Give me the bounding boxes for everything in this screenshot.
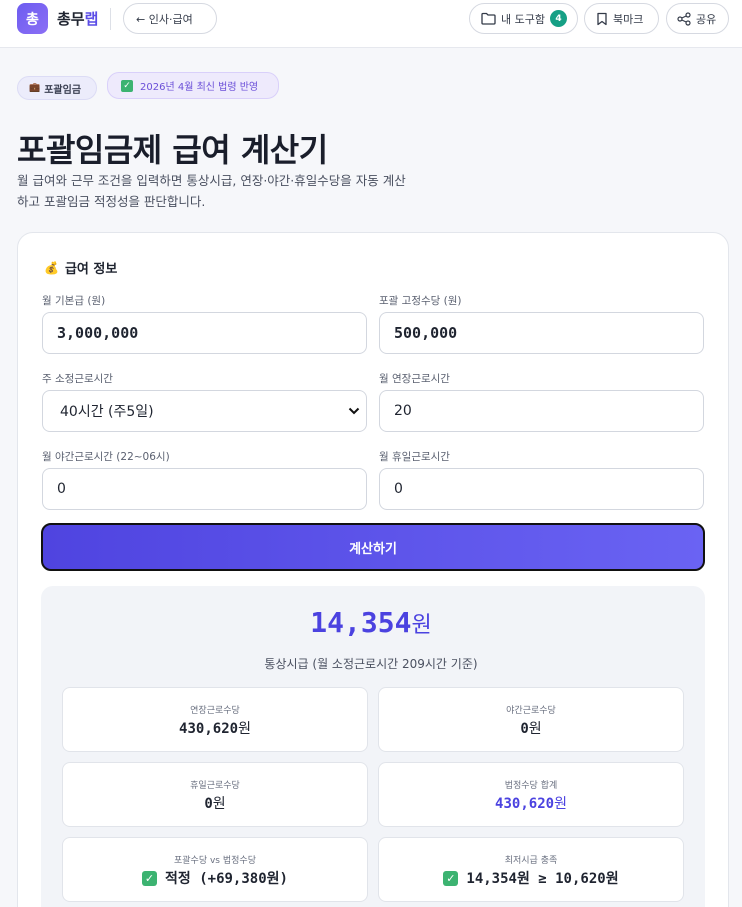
folder-icon bbox=[481, 12, 496, 25]
category-tag-label: 포괄임금 bbox=[44, 84, 82, 96]
hourly-wage-value: 14,354원 bbox=[0, 606, 742, 639]
page-description: 월 급여와 근무 조건을 입력하면 통상시급, 연장·야간·휴일수당을 자동 계… bbox=[17, 173, 406, 209]
bookmark-label: 북마크 bbox=[613, 12, 644, 26]
result-card-overtime: 연장근로수당 430,620원 bbox=[62, 687, 368, 752]
result-unit: 원 bbox=[554, 796, 567, 812]
result-number: 0 bbox=[204, 796, 213, 812]
page-title: 포괄임금제 급여 계산기 bbox=[17, 131, 328, 169]
chevron-down-icon bbox=[348, 407, 360, 415]
result-unit: 원 bbox=[212, 796, 226, 812]
check-mark-icon: ✓ bbox=[121, 79, 133, 92]
weekly-hours-selected: 40시간 (주5일) bbox=[60, 404, 154, 420]
share-label: 공유 bbox=[696, 12, 717, 26]
holiday-hours-label: 월 휴일근로시간 bbox=[379, 451, 450, 463]
result-card-night: 야간근로수당 0원 bbox=[378, 687, 684, 752]
calculate-button[interactable]: 계산하기 bbox=[41, 523, 705, 571]
result-number: 430,620 bbox=[179, 721, 239, 737]
result-card-value: ✓ 14,354원 ≥ 10,620원 bbox=[379, 868, 683, 888]
result-card-value: 430,620원 bbox=[63, 718, 367, 738]
fixed-allowance-label: 포괄 고정수당 (원) bbox=[379, 295, 462, 307]
check-mark-icon: ✓ bbox=[443, 870, 459, 886]
base-pay-input[interactable]: 3,000,000 bbox=[42, 312, 367, 354]
result-card-value: 430,620원 bbox=[379, 793, 683, 813]
section-title-label: 급여 정보 bbox=[64, 262, 118, 277]
toolbox-count-badge: 4 bbox=[549, 10, 567, 27]
bookmark-button[interactable]: 북마크 bbox=[584, 3, 659, 34]
result-number: 0 bbox=[520, 721, 529, 737]
share-icon bbox=[677, 11, 691, 26]
comparison-result: 적정 (+69,380원) bbox=[165, 871, 288, 887]
app-logo-icon[interactable]: 총 bbox=[17, 3, 48, 34]
bookmark-icon bbox=[597, 12, 607, 25]
result-card-label: 최저시급 충족 bbox=[504, 856, 558, 866]
night-hours-input[interactable]: 0 bbox=[42, 468, 367, 510]
money-bag-icon: 💰 bbox=[44, 260, 59, 275]
share-button[interactable]: 공유 bbox=[666, 3, 729, 34]
overtime-input[interactable]: 20 bbox=[379, 390, 704, 432]
result-card-statutory-total: 법정수당 합계 430,620원 bbox=[378, 762, 684, 827]
overtime-label: 월 연장근로시간 bbox=[379, 373, 450, 385]
back-category-button[interactable]: ← 인사·급여 bbox=[123, 3, 217, 34]
hourly-wage-number: 14,354 bbox=[310, 606, 412, 639]
my-toolbox-button[interactable]: 내 도구함 4 bbox=[469, 3, 578, 34]
base-pay-label: 월 기본급 (원) bbox=[42, 295, 106, 307]
brand-main-text: 총무 bbox=[57, 10, 85, 28]
fixed-allowance-input[interactable]: 500,000 bbox=[379, 312, 704, 354]
result-card-value: 0원 bbox=[63, 793, 367, 813]
result-card-label: 연장근로수당 bbox=[190, 706, 240, 716]
result-card-holiday: 휴일근로수당 0원 bbox=[62, 762, 368, 827]
back-category-label: ← 인사·급여 bbox=[136, 12, 193, 26]
law-update-label: 2026년 4월 최신 법령 반영 bbox=[140, 82, 259, 93]
weekly-hours-label: 주 소정근로시간 bbox=[42, 373, 113, 385]
hourly-wage-unit: 원 bbox=[411, 613, 432, 638]
section-title: 💰 급여 정보 bbox=[44, 258, 118, 278]
result-unit: 원 bbox=[528, 721, 542, 737]
result-card-label: 법정수당 합계 bbox=[504, 781, 558, 791]
brand-accent-text: 랩 bbox=[84, 10, 99, 28]
result-card-min-wage: 최저시급 충족 ✓ 14,354원 ≥ 10,620원 bbox=[378, 837, 684, 902]
night-hours-label: 월 야간근로시간 (22~06시) bbox=[42, 451, 170, 463]
result-card-label: 포괄수당 vs 법정수당 bbox=[174, 856, 256, 866]
my-toolbox-label: 내 도구함 bbox=[501, 12, 545, 26]
law-update-badge: ✓ 2026년 4월 최신 법령 반영 bbox=[107, 72, 279, 99]
category-tag[interactable]: 💼 포괄임금 bbox=[17, 76, 97, 100]
result-card-label: 야간근로수당 bbox=[506, 706, 556, 716]
app-brand-name[interactable]: 총무랩 bbox=[57, 8, 98, 29]
check-mark-icon: ✓ bbox=[142, 870, 158, 886]
result-unit: 원 bbox=[238, 721, 251, 737]
briefcase-icon: 💼 bbox=[29, 83, 41, 93]
min-wage-result: 14,354원 ≥ 10,620원 bbox=[466, 871, 619, 887]
result-number: 430,620 bbox=[495, 796, 555, 812]
hourly-wage-caption: 통상시급 (월 소정근로시간 209시간 기준) bbox=[264, 657, 478, 671]
top-header: 총 총무랩 ← 인사·급여 내 도구함 4 북마크 공유 bbox=[0, 0, 742, 48]
result-card-comparison: 포괄수당 vs 법정수당 ✓ 적정 (+69,380원) bbox=[62, 837, 368, 902]
weekly-hours-select[interactable]: 40시간 (주5일) bbox=[42, 390, 367, 432]
result-card-value: 0원 bbox=[379, 718, 683, 738]
result-card-label: 휴일근로수당 bbox=[190, 781, 240, 791]
result-card-value: ✓ 적정 (+69,380원) bbox=[63, 868, 367, 888]
header-divider bbox=[110, 8, 111, 30]
holiday-hours-input[interactable]: 0 bbox=[379, 468, 704, 510]
